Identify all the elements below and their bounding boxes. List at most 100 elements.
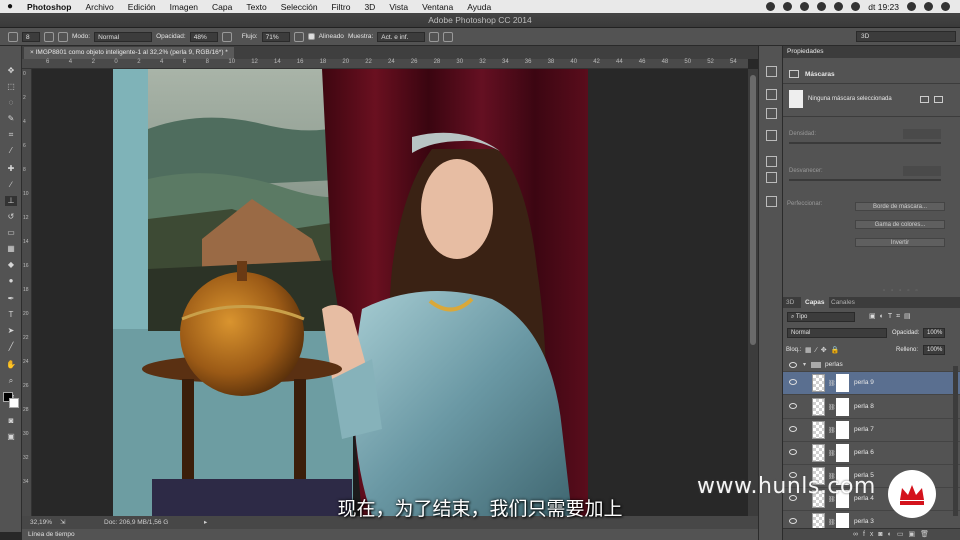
layer-group-perlas[interactable]: ▾ perlas <box>783 358 960 372</box>
invert-button[interactable]: Invertir <box>855 238 945 247</box>
fill-input[interactable]: 100% <box>923 345 945 355</box>
ignore-adjustments-icon[interactable] <box>429 31 440 42</box>
pressure-size-icon[interactable] <box>443 31 454 42</box>
zoom-level[interactable]: 32,19% <box>30 519 52 526</box>
menu-ventana[interactable]: Ventana <box>415 2 460 12</box>
background-color-swatch[interactable] <box>9 398 19 408</box>
menu-seleccion[interactable]: Selección <box>274 2 325 12</box>
pressure-opacity-icon[interactable] <box>221 31 232 42</box>
add-pixel-mask-icon[interactable] <box>920 96 929 103</box>
document-image[interactable] <box>32 69 748 516</box>
record-icon[interactable] <box>766 2 776 11</box>
stamp-tool-icon[interactable] <box>8 31 18 42</box>
layer-mask-thumbnail[interactable] <box>836 513 849 528</box>
airbrush-icon[interactable] <box>293 31 304 42</box>
document-tab[interactable]: × IMGP8801 como objeto inteligente-1 al … <box>24 47 234 59</box>
link-icon[interactable]: ⛓ <box>828 404 836 411</box>
layer-mask-thumbnail[interactable] <box>836 444 849 462</box>
menu-archivo[interactable]: Archivo <box>78 2 120 12</box>
eye-icon[interactable] <box>789 379 797 385</box>
feather-input[interactable] <box>903 166 941 176</box>
brush-size-picker[interactable]: 8 <box>22 31 40 42</box>
properties-tab[interactable]: Propiedades <box>787 48 824 55</box>
quick-select-tool-icon[interactable]: ✎ <box>5 114 17 124</box>
marquee-tool-icon[interactable]: ⬚ <box>5 82 17 92</box>
type-tool-icon[interactable]: T <box>5 310 17 320</box>
bluetooth-icon[interactable] <box>817 2 827 11</box>
clone-source-icon[interactable] <box>58 31 68 42</box>
clone-source-panel-icon[interactable] <box>766 89 777 100</box>
mode-select[interactable]: Normal <box>94 31 153 42</box>
menu-texto[interactable]: Texto <box>239 2 273 12</box>
canvas-area[interactable] <box>32 69 748 516</box>
disclosure-arrow-icon[interactable]: ▾ <box>803 361 806 368</box>
layer-thumbnail[interactable] <box>812 398 825 416</box>
levels-panel-icon[interactable] <box>766 130 777 141</box>
lasso-tool-icon[interactable]: ◌ <box>5 98 17 108</box>
layer-mask-thumbnail[interactable] <box>836 398 849 416</box>
menu-edicion[interactable]: Edición <box>121 2 163 12</box>
hand-tool-icon[interactable]: ✋ <box>5 360 17 370</box>
sample-select[interactable]: Act. e inf. <box>377 31 426 42</box>
menu-imagen[interactable]: Imagen <box>163 2 205 12</box>
properties-footer-icons[interactable]: ▫▫▫▫▫ <box>883 288 953 296</box>
menu-ayuda[interactable]: Ayuda <box>460 2 498 12</box>
layer-thumbnail[interactable] <box>812 421 825 439</box>
layer-row[interactable]: ⛓ perla 9 <box>783 372 960 395</box>
blur-tool-icon[interactable]: ◆ <box>5 260 17 270</box>
clock[interactable]: dt 19:23 <box>868 2 899 12</box>
history-panel-icon[interactable] <box>766 66 777 77</box>
layer-opacity-input[interactable]: 100% <box>923 328 945 338</box>
blend-mode-select[interactable]: Normal <box>787 328 887 338</box>
color-range-button[interactable]: Gama de colores... <box>855 220 945 229</box>
dodge-tool-icon[interactable]: ● <box>5 276 17 286</box>
eye-icon[interactable] <box>789 426 797 432</box>
layer-mask-thumbnail[interactable] <box>836 374 849 392</box>
layer-actions-icons[interactable]: ∞fx◙◐▭▣🗑 <box>853 530 934 538</box>
export-icon[interactable]: ⇲ <box>60 518 65 526</box>
paragraph-panel-icon[interactable] <box>766 172 777 183</box>
density-slider[interactable] <box>789 142 941 144</box>
user-icon[interactable] <box>924 2 933 11</box>
brush-panel-icon[interactable] <box>44 31 54 42</box>
menu-capa[interactable]: Capa <box>205 2 239 12</box>
layer-thumbnail[interactable] <box>812 444 825 462</box>
tools-presets-panel-icon[interactable] <box>766 196 777 207</box>
tab-3d[interactable]: 3D <box>786 299 794 306</box>
tab-channels[interactable]: Canales <box>831 299 855 306</box>
link-icon[interactable]: ⛓ <box>828 427 836 434</box>
link-icon[interactable]: ⛓ <box>828 519 836 526</box>
move-tool-icon[interactable]: ✥ <box>5 66 17 76</box>
apple-icon[interactable]: ● <box>0 1 20 12</box>
history-brush-tool-icon[interactable]: ↺ <box>5 212 17 222</box>
timeline-panel-tab[interactable]: Línea de tiempo <box>22 529 758 540</box>
zoom-tool-icon[interactable]: ⌕ <box>5 376 17 386</box>
screen-mode-icon[interactable]: ▣ <box>5 432 17 442</box>
creative-cloud-icon[interactable] <box>783 2 793 11</box>
workspace-select[interactable]: 3D <box>856 31 956 42</box>
menu-3d[interactable]: 3D <box>357 2 382 12</box>
wifi-icon[interactable] <box>834 2 844 11</box>
character-panel-icon[interactable] <box>766 156 777 167</box>
eye-icon[interactable] <box>789 403 797 409</box>
shape-tool-icon[interactable]: ╱ <box>5 342 17 352</box>
horizontal-ruler[interactable]: 6 4 2 0 2 4 6 8 10 12 14 16 18 20 22 24 26 28 30 32 34 36 38 40… <box>22 59 748 69</box>
layer-filter-icons[interactable]: ▣◐T⌗▤ <box>869 312 915 321</box>
feather-slider[interactable] <box>789 179 941 181</box>
vertical-ruler[interactable]: 0 2 4 6 8 10 12 14 16 18 20 22 24 26 28 30 32 34 <box>22 69 32 516</box>
menu-vista[interactable]: Vista <box>382 2 415 12</box>
link-icon[interactable]: ⛓ <box>828 450 836 457</box>
gradient-tool-icon[interactable]: ▦ <box>5 244 17 254</box>
eye-icon[interactable] <box>789 362 797 368</box>
eyedropper-tool-icon[interactable]: ⁄ <box>5 146 17 156</box>
flow-input[interactable]: 71% <box>261 31 290 42</box>
layer-row[interactable]: ⛓ perla 7 <box>783 419 960 442</box>
layers-scrollbar[interactable] <box>953 366 958 516</box>
path-select-tool-icon[interactable]: ➤ <box>5 326 17 336</box>
mask-edge-button[interactable]: Borde de máscara... <box>855 202 945 211</box>
sync-icon[interactable] <box>800 2 810 11</box>
eye-icon[interactable] <box>789 518 797 524</box>
menu-app[interactable]: Photoshop <box>20 2 78 12</box>
layer-row[interactable]: ⛓ perla 6 <box>783 442 960 465</box>
search-icon[interactable] <box>907 2 916 11</box>
